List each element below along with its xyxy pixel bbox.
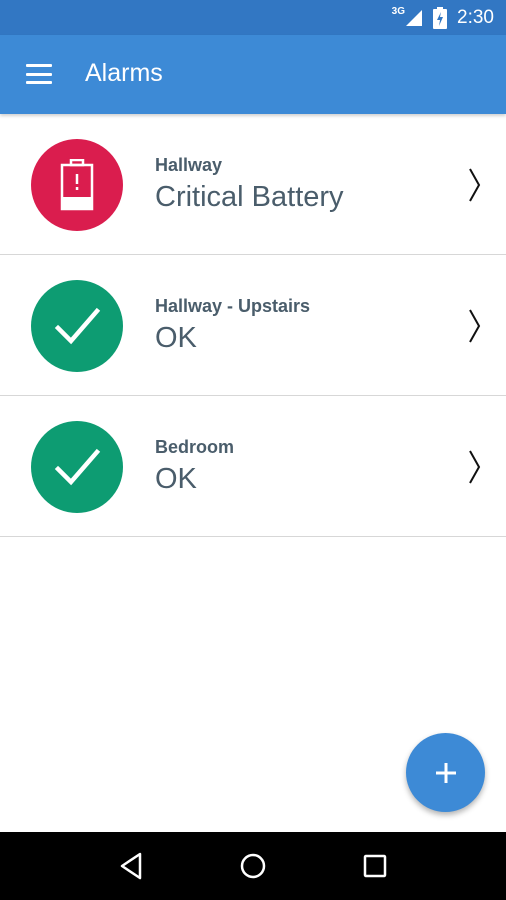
home-icon xyxy=(240,853,266,879)
chevron-right-icon[interactable] xyxy=(468,449,482,485)
checkmark-icon xyxy=(54,448,101,486)
add-alarm-button[interactable] xyxy=(406,733,485,812)
navigation-bar xyxy=(0,832,506,900)
alarm-name: Bedroom xyxy=(155,437,235,457)
chevron-right-icon[interactable] xyxy=(468,308,482,344)
alarm-state: OK xyxy=(155,322,197,354)
back-button[interactable] xyxy=(111,846,151,886)
alarm-status-badge xyxy=(31,139,123,231)
page-title: Alarms xyxy=(85,59,163,87)
alarm-state: OK xyxy=(155,463,197,495)
status-bar: 3G 2:30 xyxy=(0,0,506,35)
menu-icon[interactable] xyxy=(26,64,52,84)
alarm-status-badge xyxy=(31,421,123,513)
alarm-row-hallway[interactable]: Hallway Critical Battery xyxy=(0,114,506,255)
alarm-list: Hallway Critical Battery Hallway - Upsta… xyxy=(0,114,506,537)
battery-charging-icon xyxy=(433,6,448,29)
network-type: 3G xyxy=(391,5,406,17)
checkmark-icon xyxy=(54,307,101,345)
alarm-row-bedroom[interactable]: Bedroom OK xyxy=(0,396,506,537)
alarm-text: Bedroom OK xyxy=(155,436,234,497)
alarm-status-badge xyxy=(31,280,123,372)
recents-icon xyxy=(363,854,387,878)
signal-icon xyxy=(406,9,423,26)
clock: 2:30 xyxy=(457,7,494,28)
chevron-right-icon[interactable] xyxy=(468,167,482,203)
alarm-text: Hallway - Upstairs OK xyxy=(155,295,310,356)
alarm-row-hallway-upstairs[interactable]: Hallway - Upstairs OK xyxy=(0,255,506,396)
plus-icon xyxy=(435,762,456,783)
battery-alert-icon xyxy=(60,159,94,211)
back-icon xyxy=(120,852,142,880)
alarm-text: Hallway Critical Battery xyxy=(155,154,344,215)
app-bar: Alarms xyxy=(0,35,506,114)
alarm-state: Critical Battery xyxy=(155,181,344,213)
network-indicator: 3G xyxy=(391,5,423,27)
home-button[interactable] xyxy=(233,846,273,886)
alarm-name: Hallway xyxy=(155,155,223,175)
screen: 3G 2:30 Alarms Hallway Critical Battery … xyxy=(0,0,506,900)
recents-button[interactable] xyxy=(355,846,395,886)
alarm-name: Hallway - Upstairs xyxy=(155,296,311,316)
